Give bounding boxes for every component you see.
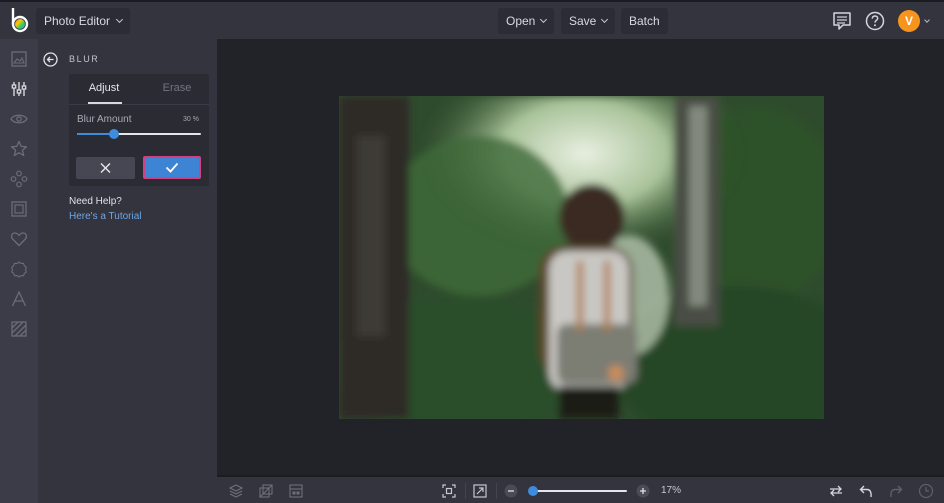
frame-icon[interactable] <box>9 199 29 219</box>
save-button[interactable]: Save <box>561 8 616 34</box>
app-menu-label: Photo Editor <box>44 14 111 28</box>
divider <box>465 483 466 499</box>
zoom-out-button[interactable] <box>503 483 519 499</box>
batch-label: Batch <box>629 14 660 28</box>
zoom-slider[interactable] <box>528 486 627 496</box>
close-icon <box>100 163 111 173</box>
sliders-icon[interactable] <box>9 79 29 99</box>
canvas-area <box>217 39 944 475</box>
eye-icon[interactable] <box>9 109 29 129</box>
blur-amount-slider[interactable] <box>77 129 201 139</box>
minus-icon <box>504 484 518 498</box>
fit-to-screen-icon[interactable] <box>441 483 457 499</box>
open-button[interactable]: Open <box>498 8 555 34</box>
layout-icon[interactable] <box>288 483 304 499</box>
undo-icon[interactable] <box>858 483 874 499</box>
bottom-toolbar: 17% <box>217 475 944 503</box>
badge-icon[interactable] <box>9 259 29 279</box>
edited-photo[interactable] <box>339 96 824 419</box>
cancel-button[interactable] <box>76 157 135 179</box>
hatch-icon[interactable] <box>9 319 29 339</box>
save-label: Save <box>569 14 597 28</box>
panel-title: BLUR <box>69 54 100 64</box>
zoom-level: 17% <box>661 485 682 496</box>
tab-divider <box>69 104 209 105</box>
tool-rail <box>0 39 38 503</box>
photo-editor-app: Photo Editor Open Save Batch V BLUR Adju… <box>0 0 944 503</box>
help-title: Need Help? <box>69 196 122 207</box>
plus-icon <box>636 484 650 498</box>
blur-settings-card: Adjust Erase Blur Amount 30 % <box>69 74 209 186</box>
zoom-in-button[interactable] <box>635 483 651 499</box>
blur-tool-panel: BLUR Adjust Erase Blur Amount 30 % Need … <box>38 39 217 503</box>
swap-icon[interactable] <box>828 483 844 499</box>
image-icon[interactable] <box>9 49 29 69</box>
open-label: Open <box>506 14 536 28</box>
checkmark-icon <box>165 162 179 173</box>
logo-icon[interactable] <box>9 6 31 34</box>
redo-icon[interactable] <box>888 483 904 499</box>
zoom-thumb[interactable] <box>528 486 538 496</box>
chevron-down-icon[interactable] <box>924 17 930 23</box>
star-icon[interactable] <box>9 139 29 159</box>
text-icon[interactable] <box>9 289 29 309</box>
chevron-down-icon <box>116 15 124 24</box>
top-bar: Photo Editor Open Save Batch V <box>0 0 944 39</box>
help-icon[interactable] <box>864 10 886 32</box>
tab-adjust[interactable]: Adjust <box>81 74 127 104</box>
blur-amount-label: Blur Amount <box>77 114 132 125</box>
batch-button[interactable]: Batch <box>621 8 668 34</box>
layers-icon[interactable] <box>228 483 244 499</box>
shapes-icon[interactable] <box>9 169 29 189</box>
blur-amount-value: 30 % <box>183 116 199 123</box>
chevron-down-icon <box>601 15 609 24</box>
divider <box>496 483 497 499</box>
chevron-down-icon <box>540 15 548 24</box>
heart-icon[interactable] <box>9 229 29 249</box>
back-button[interactable] <box>43 52 58 67</box>
tab-erase[interactable]: Erase <box>157 74 197 104</box>
apply-button[interactable] <box>143 156 201 179</box>
actual-size-icon[interactable] <box>472 483 488 499</box>
duplicate-icon[interactable] <box>258 483 274 499</box>
history-icon[interactable] <box>918 483 934 499</box>
comment-icon[interactable] <box>831 10 853 32</box>
arrow-left-circle-icon <box>43 52 58 67</box>
slider-thumb[interactable] <box>109 129 120 139</box>
app-menu-dropdown[interactable]: Photo Editor <box>36 8 131 34</box>
tutorial-link[interactable]: Here's a Tutorial <box>69 211 142 222</box>
user-avatar[interactable]: V <box>898 10 920 32</box>
